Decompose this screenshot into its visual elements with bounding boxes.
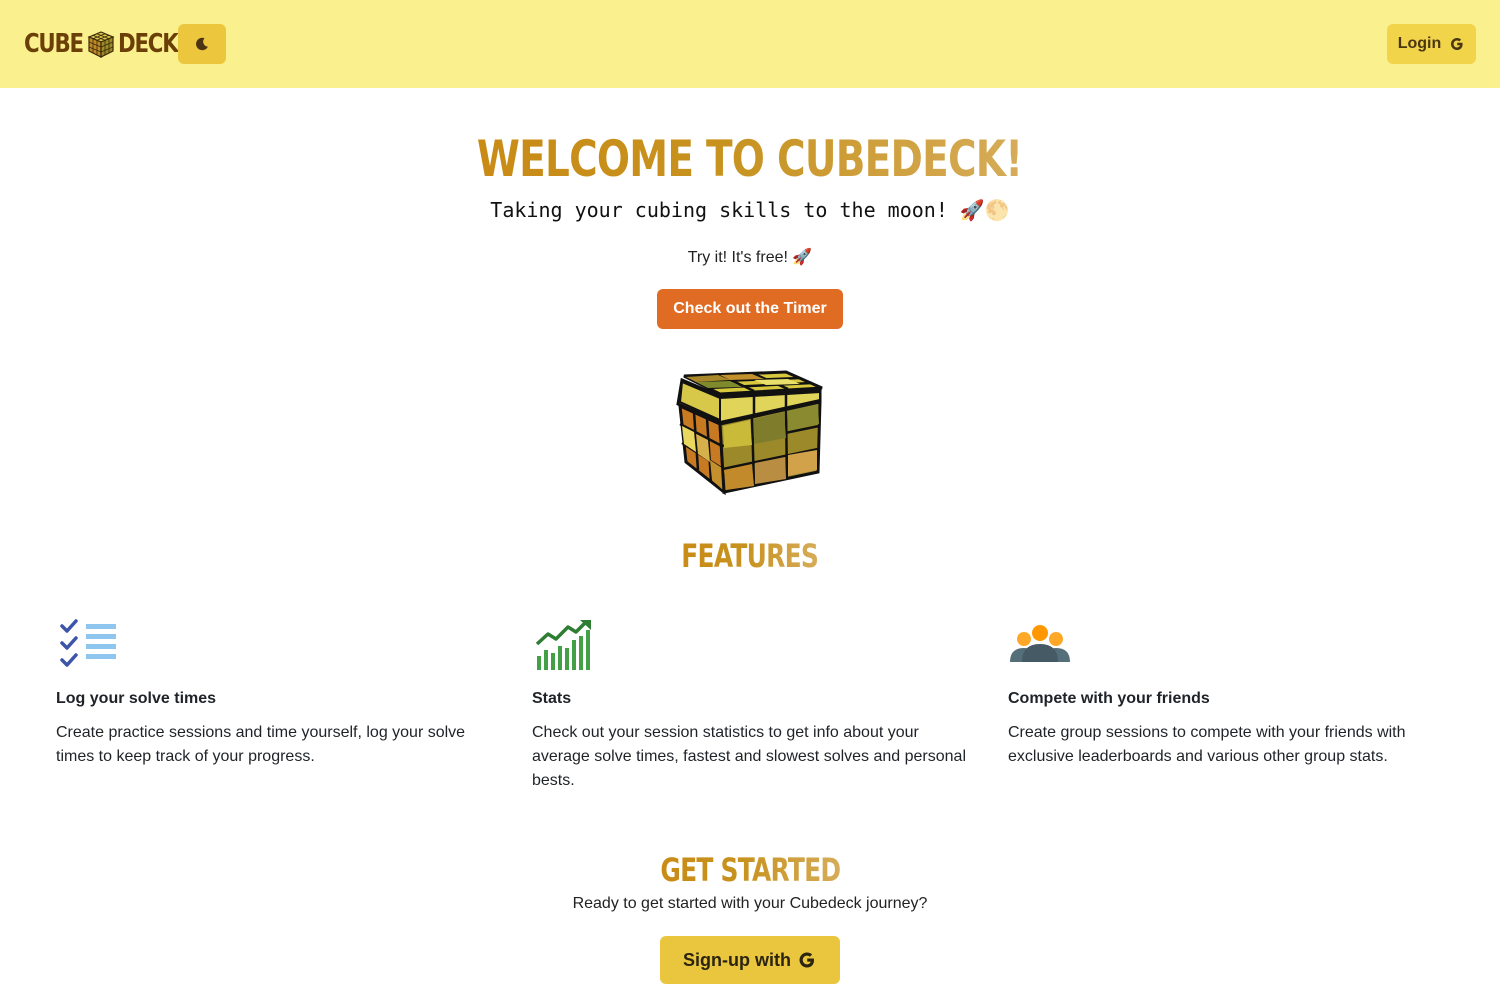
- signup-label: Sign-up with: [683, 949, 791, 970]
- get-started-heading: GET STARTED: [660, 851, 841, 889]
- hero-tagline: Taking your cubing skills to the moon! 🚀…: [490, 198, 1010, 222]
- features-heading: FEATURES: [681, 537, 820, 575]
- feature-text: Create practice sessions and time yourse…: [56, 724, 466, 765]
- feature-title: Log your solve times: [56, 690, 217, 707]
- features-heading-wrap: FEATURES: [0, 536, 1500, 576]
- get-started-text: Ready to get started with your Cubedeck …: [572, 895, 928, 912]
- feature-log-times: Log your solve times Create practice ses…: [56, 618, 496, 765]
- google-icon: [799, 952, 814, 968]
- top-navbar: CUBE DECK Login: [0, 0, 1500, 88]
- google-icon: [1451, 38, 1463, 50]
- cubedeck-logo[interactable]: CUBE DECK: [24, 28, 190, 60]
- theme-toggle-button[interactable]: [178, 24, 226, 64]
- moon-icon: [196, 37, 208, 51]
- login-label: Login: [1397, 35, 1442, 52]
- group-icon: [1010, 625, 1070, 662]
- chart-growth-icon: [535, 620, 591, 670]
- logo-cube-icon: [87, 31, 115, 58]
- feature-text: Create group sessions to compete with yo…: [1008, 724, 1406, 765]
- logo-text-cube: CUBE: [24, 29, 84, 59]
- rubiks-cube-image: [676, 370, 823, 496]
- checklist-icon: [60, 619, 116, 667]
- feature-text: Check out your session statistics to get…: [532, 724, 967, 789]
- feature-title: Stats: [532, 690, 572, 707]
- hero-title: WELCOME TO CUBEDECK!: [477, 130, 1023, 188]
- check-timer-button[interactable]: Check out the Timer: [657, 289, 843, 329]
- hero-title-wrap: WELCOME TO CUBEDECK!: [0, 128, 1500, 190]
- logo-text-deck: DECK: [117, 29, 179, 59]
- feature-stats: Stats Check out your session statistics …: [532, 618, 972, 789]
- try-it-text: Try it! It's free! 🚀: [687, 249, 813, 266]
- login-button[interactable]: Login: [1387, 24, 1476, 64]
- get-started-heading-wrap: GET STARTED: [0, 850, 1500, 890]
- feature-title: Compete with your friends: [1008, 690, 1210, 707]
- feature-compete: Compete with your friends Create group s…: [1008, 618, 1448, 765]
- signup-google-button[interactable]: Sign-up with: [660, 936, 840, 984]
